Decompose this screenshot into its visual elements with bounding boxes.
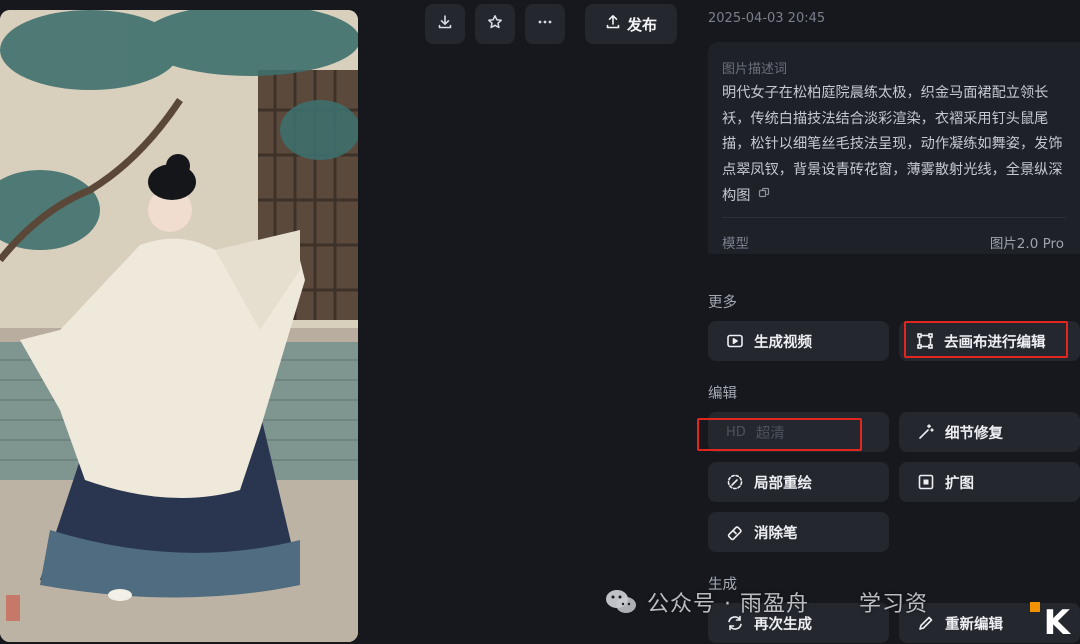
hd-upscale-button[interactable]: HD 超清 [708, 412, 889, 452]
magic-wand-icon [917, 423, 935, 441]
corner-site-logo: K [880, 588, 1080, 644]
prompt-divider [722, 217, 1066, 218]
generate-video-button[interactable]: 生成视频 [708, 321, 889, 361]
partial-redraw-label: 局部重绘 [754, 475, 812, 492]
generate-video-label: 生成视频 [754, 334, 812, 351]
prompt-card: 图片描述词 明代女子在松柏庭院晨练太极，织金马面裙配立领长袄，传统白描技法结合淡… [708, 42, 1080, 254]
detail-fix-label: 细节修复 [945, 425, 1003, 442]
prompt-text-content: 明代女子在松柏庭院晨练太极，织金马面裙配立领长袄，传统白描技法结合淡彩渲染，衣褶… [722, 85, 1063, 204]
expand-icon [917, 473, 935, 491]
expand-image-button[interactable]: 扩图 [899, 462, 1080, 502]
section-edit-title: 编辑 [708, 386, 737, 402]
download-button[interactable] [425, 4, 465, 44]
image-toolbar: 发布 [425, 4, 677, 44]
eraser-label: 消除笔 [754, 525, 798, 542]
ellipsis-icon [537, 14, 553, 34]
publish-label: 发布 [626, 15, 657, 34]
hd-upscale-label: 超清 [755, 425, 785, 442]
logo-accent-dot [1029, 602, 1040, 612]
download-icon [437, 14, 453, 34]
logo-letter: K [1043, 603, 1072, 643]
partial-redraw-button[interactable]: 局部重绘 [708, 462, 889, 502]
publish-button[interactable]: 发布 [585, 4, 677, 44]
expand-image-label: 扩图 [945, 475, 974, 492]
detail-fix-button[interactable]: 细节修复 [899, 412, 1080, 452]
hd-icon: HD [726, 424, 746, 440]
video-icon [726, 332, 744, 350]
brush-icon [726, 473, 744, 491]
copy-icon[interactable] [758, 183, 770, 209]
model-row: 模型 图片2.0 Pro [722, 232, 1064, 252]
model-value: 图片2.0 Pro [989, 236, 1064, 252]
more-options-button[interactable] [525, 4, 565, 44]
star-icon [487, 14, 503, 34]
model-label: 模型 [722, 236, 749, 252]
prompt-label: 图片描述词 [722, 62, 788, 77]
upload-icon [605, 14, 621, 34]
wechat-watermark-text: 公众号 · 雨盈舟 [647, 592, 809, 617]
prompt-text: 明代女子在松柏庭院晨练太极，织金马面裙配立领长袄，传统白描技法结合淡彩渲染，衣褶… [722, 81, 1072, 209]
eraser-icon [726, 523, 744, 541]
favorite-button[interactable] [475, 4, 515, 44]
wechat-icon [605, 588, 637, 616]
canvas-edit-label: 去画布进行编辑 [944, 334, 1046, 351]
canvas-edit-button[interactable]: 去画布进行编辑 [899, 321, 1080, 361]
eraser-button[interactable]: 消除笔 [708, 512, 889, 552]
generated-image[interactable] [0, 10, 358, 642]
created-timestamp: 2025-04-03 20:45 [708, 11, 826, 26]
section-more-title: 更多 [708, 295, 737, 311]
canvas-icon [916, 332, 934, 350]
